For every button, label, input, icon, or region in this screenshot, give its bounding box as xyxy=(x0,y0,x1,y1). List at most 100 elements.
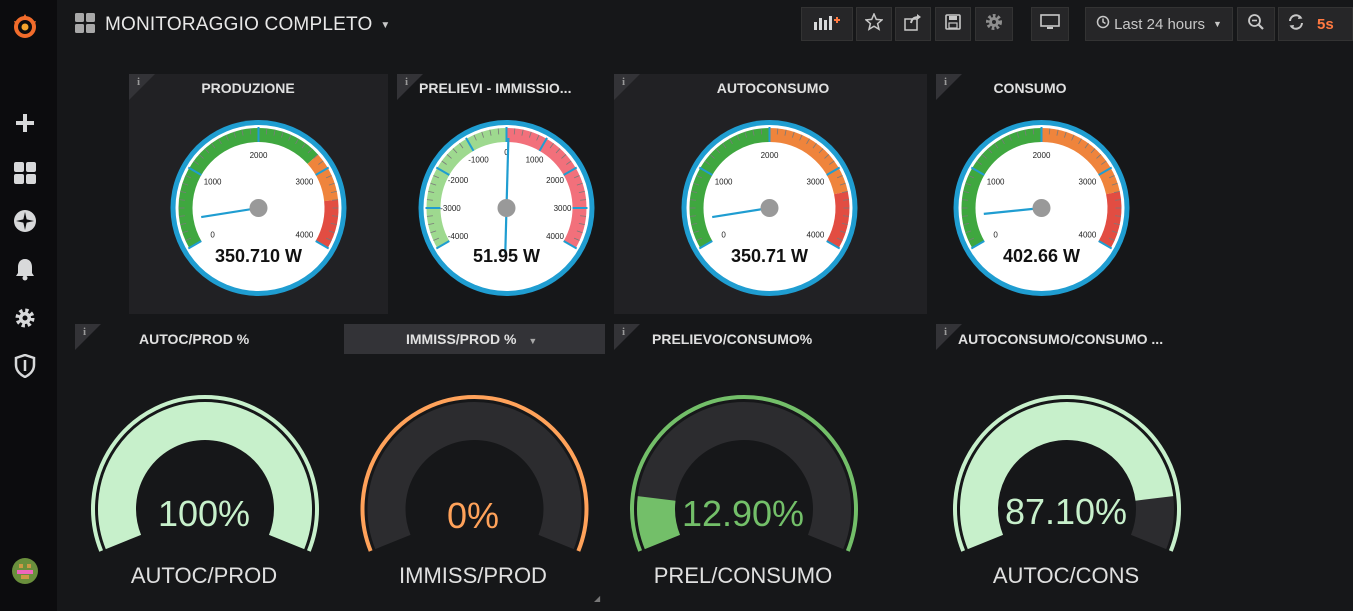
sidebar xyxy=(0,0,57,611)
gauge-tick-label: 1000 xyxy=(715,178,733,187)
add-panel-button[interactable] xyxy=(801,7,853,41)
gauge-tick-label: 2000 xyxy=(1033,151,1051,160)
chevron-down-icon: ▼ xyxy=(1212,19,1222,29)
gauge-tick-label: 0 xyxy=(993,231,998,240)
save-button[interactable] xyxy=(935,7,971,41)
gauge-tick-label: -3000 xyxy=(440,204,461,213)
panel-title-text: IMMISS/PROD % xyxy=(406,331,517,347)
gauge-tick-label: 2000 xyxy=(761,151,779,160)
gauge-value: 402.66 W xyxy=(1003,246,1080,266)
stat-gauge-autoconsumo-consumo: 87.10% AUTOC/CONS xyxy=(953,394,1181,588)
stat-value: 87.10% xyxy=(1005,491,1127,532)
refresh-interval-label: 5s xyxy=(1317,15,1334,33)
panel-title[interactable]: PRELIEVO/CONSUMO% xyxy=(652,325,812,353)
time-range-label: Last 24 hours xyxy=(1114,15,1205,33)
stat-label: AUTOC/CONS xyxy=(993,563,1139,588)
gauge-needle-hub xyxy=(1032,199,1051,217)
panel-autoconsumo-consumo: i AUTOCONSUMO/CONSUMO ... 87.10% AUTOC/C… xyxy=(936,324,1198,611)
bell-icon[interactable] xyxy=(13,257,37,281)
dashboards-icon xyxy=(75,12,95,38)
shield-icon[interactable] xyxy=(13,354,37,378)
share-button[interactable] xyxy=(895,7,931,41)
stat-value: 12.90% xyxy=(682,493,804,534)
gauge-value: 350.71 W xyxy=(731,246,808,266)
gauge-tick-label: 1000 xyxy=(526,156,544,165)
gauge-tick-label: 1000 xyxy=(987,178,1005,187)
dashboard-settings-button[interactable] xyxy=(975,7,1013,41)
panel-prelievi-immissioni: i PRELIEVI - IMMISSIO... -4000 -3000 -2000… xyxy=(397,74,607,314)
stat-value: 0% xyxy=(447,495,499,536)
add-panel-icon xyxy=(814,14,840,35)
top-navbar: MONITORAGGIO COMPLETO ▼ Last 24 hours ▼ … xyxy=(57,0,1353,50)
stat-label: IMMISS/PROD xyxy=(399,563,547,588)
gauge-prelievi-immissioni: -4000-3000-2000-10000100020003000400051.… xyxy=(418,120,595,296)
chevron-down-icon: ▼ xyxy=(380,19,391,31)
panel-title[interactable]: CONSUMO xyxy=(936,74,1124,102)
explore-icon[interactable] xyxy=(13,209,37,233)
info-icon: i xyxy=(83,326,87,338)
panel-info-corner[interactable] xyxy=(75,324,101,350)
panel-title[interactable]: PRODUZIONE xyxy=(129,74,367,102)
gauge-tick-label: -4000 xyxy=(448,232,469,241)
panel-title[interactable]: AUTOCONSUMO/CONSUMO ... xyxy=(958,325,1163,353)
gauge-tick-label: -1000 xyxy=(468,156,489,165)
gear-icon[interactable] xyxy=(13,306,37,330)
stat-gauge-autoc-prod: 100% AUTOC/PROD xyxy=(91,394,319,588)
refresh-picker[interactable]: 5s xyxy=(1278,7,1353,41)
dashboard-title: MONITORAGGIO COMPLETO xyxy=(105,14,373,35)
gauge-tick-label: 2000 xyxy=(250,151,268,160)
gauge-tick-label: 0 xyxy=(721,231,726,240)
stat-gauge-prelievo-consumo: 12.90% PREL/CONSUMO xyxy=(630,394,858,588)
panel-consumo: i CONSUMO 0 1000 2000 3000 4000 402.66 W xyxy=(936,74,1146,314)
stat-gauge-immiss-prod: 0% IMMISS/PROD xyxy=(360,394,589,588)
gauge-tick-label: 0 xyxy=(210,231,215,240)
refresh-icon xyxy=(1287,13,1305,36)
gauge-tick-label: 1000 xyxy=(204,178,222,187)
gauge-needle-hub xyxy=(249,199,268,217)
tv-icon xyxy=(1040,13,1060,35)
info-icon: i xyxy=(405,76,409,88)
gauge-tick-label: 4000 xyxy=(296,231,314,240)
gauge-value: 350.710 W xyxy=(215,246,302,266)
resize-handle-icon[interactable]: ◢ xyxy=(594,594,600,603)
star-button[interactable] xyxy=(856,7,892,41)
panel-title[interactable]: AUTOCONSUMO xyxy=(614,74,932,102)
chevron-down-icon: ▼ xyxy=(528,336,538,346)
gauge-tick-label: 4000 xyxy=(546,232,564,241)
stat-value: 100% xyxy=(158,493,250,534)
gauge-consumo: 0 1000 2000 3000 4000 402.66 W xyxy=(953,120,1130,296)
gauge-tick-label: -2000 xyxy=(448,176,469,185)
avatar[interactable] xyxy=(11,557,39,585)
gauge-tick-label: 3000 xyxy=(807,178,825,187)
info-icon: i xyxy=(622,326,626,338)
plus-icon[interactable] xyxy=(13,111,37,135)
panel-immiss-prod: IMMISS/PROD % ▼ 0% IMMISS/PROD ◢ xyxy=(344,324,605,611)
dashboard-title-picker[interactable]: MONITORAGGIO COMPLETO ▼ xyxy=(75,12,390,38)
gauge-produzione: 0 1000 2000 3000 4000 350.710 W xyxy=(170,120,347,296)
gauge-tick-label: 4000 xyxy=(1079,231,1097,240)
gauge-tick-label: 2000 xyxy=(546,176,564,185)
gauge-needle-hub xyxy=(760,199,779,217)
panel-title[interactable]: PRELIEVI - IMMISSIO... xyxy=(419,74,571,102)
panel-autoconsumo: i AUTOCONSUMO 0 1000 2000 3000 4000 350.71 W xyxy=(614,74,927,314)
time-range-picker[interactable]: Last 24 hours ▼ xyxy=(1085,7,1233,41)
info-icon: i xyxy=(944,326,948,338)
stat-label: PREL/CONSUMO xyxy=(654,563,832,588)
panel-title[interactable]: AUTOC/PROD % xyxy=(139,325,249,353)
panel-title[interactable]: IMMISS/PROD % ▼ xyxy=(406,325,537,353)
gauge-tick-label: 4000 xyxy=(807,231,825,240)
gauge-tick-label: 3000 xyxy=(1079,178,1097,187)
share-icon xyxy=(904,13,922,36)
panel-info-corner[interactable] xyxy=(614,324,640,350)
gauge-value: 51.95 W xyxy=(473,246,540,266)
dashboards-icon[interactable] xyxy=(13,161,37,185)
zoom-out-icon xyxy=(1247,13,1265,36)
settings-icon xyxy=(985,13,1003,36)
gauge-tick-label: 3000 xyxy=(554,204,572,213)
star-icon xyxy=(864,11,884,36)
cycle-view-mode-button[interactable] xyxy=(1031,7,1069,41)
panel-produzione: i PRODUZIONE 0 1000 2000 3000 4000 350.710 W xyxy=(129,74,388,314)
grafana-logo-icon[interactable] xyxy=(9,10,41,42)
zoom-out-button[interactable] xyxy=(1237,7,1275,41)
gauge-needle-hub xyxy=(497,199,516,217)
